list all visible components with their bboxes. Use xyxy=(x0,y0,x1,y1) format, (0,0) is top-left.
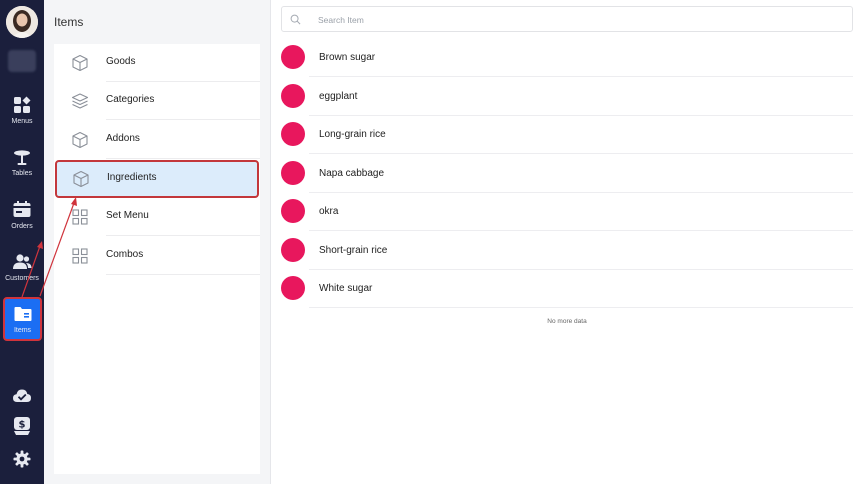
category-item-combos[interactable]: Combos xyxy=(54,237,260,275)
tables-icon xyxy=(14,150,30,165)
list-item[interactable]: Long-grain rice xyxy=(281,116,853,154)
item-thumbnail xyxy=(281,45,305,69)
category-list: Goods Categories Addons Ingredients Set … xyxy=(54,44,260,474)
grid-icon xyxy=(72,209,88,225)
item-name: Long-grain rice xyxy=(319,129,386,140)
search-placeholder: Search Item xyxy=(318,15,364,25)
item-name: Short-grain rice xyxy=(319,245,388,256)
list-item[interactable]: Brown sugar xyxy=(281,39,853,77)
cash-button[interactable]: $ xyxy=(0,413,44,439)
items-icon xyxy=(14,307,31,321)
cube-icon xyxy=(72,131,88,149)
item-thumbnail xyxy=(281,276,305,300)
cube-icon xyxy=(72,54,88,72)
cloud-check-icon xyxy=(13,389,31,402)
item-thumbnail xyxy=(281,161,305,185)
layers-icon xyxy=(71,93,89,109)
list-item[interactable]: eggplant xyxy=(281,78,853,116)
cash-icon: $ xyxy=(14,417,30,435)
divider xyxy=(106,235,260,236)
avatar[interactable] xyxy=(6,6,38,38)
item-name: eggplant xyxy=(319,91,358,102)
list-end-message: No more data xyxy=(547,318,587,325)
category-label: Categories xyxy=(106,94,155,105)
app-window: Menus Tables Orders Customers Items $ It… xyxy=(0,0,863,484)
divider xyxy=(106,119,260,120)
category-item-ingredients[interactable]: Ingredients xyxy=(55,160,259,198)
category-label: Set Menu xyxy=(106,210,149,221)
category-item-categories[interactable]: Categories xyxy=(54,82,260,120)
search-input[interactable]: Search Item xyxy=(281,6,853,32)
item-thumbnail xyxy=(281,84,305,108)
divider xyxy=(309,153,853,154)
item-name: Napa cabbage xyxy=(319,168,385,179)
category-item-goods[interactable]: Goods xyxy=(54,44,260,82)
sidebar-item-label: Tables xyxy=(11,170,33,177)
list-item[interactable]: Napa cabbage xyxy=(281,155,853,193)
sidebar-item-label: Items xyxy=(13,327,32,334)
sidebar-item-label: Menus xyxy=(11,118,33,125)
search-icon xyxy=(290,14,301,25)
divider xyxy=(309,307,853,308)
sidebar-item-label: Customers xyxy=(5,275,39,282)
sidebar-item-menus[interactable]: Menus xyxy=(0,88,44,132)
category-panel: Items Goods Categories Addons Ingredient… xyxy=(44,0,271,484)
sidebar-item-items[interactable]: Items xyxy=(3,297,42,341)
sidebar-item-customers[interactable]: Customers xyxy=(0,245,44,289)
category-label: Goods xyxy=(106,56,136,67)
divider xyxy=(309,76,853,77)
list-item[interactable]: okra xyxy=(281,193,853,231)
category-label: Addons xyxy=(106,133,140,144)
list-item[interactable]: Short-grain rice xyxy=(281,232,853,270)
category-item-addons[interactable]: Addons xyxy=(54,121,260,159)
divider xyxy=(309,230,853,231)
grid-icon xyxy=(72,248,88,264)
category-item-set-menu[interactable]: Set Menu xyxy=(54,198,260,236)
orders-icon xyxy=(13,201,31,217)
list-item[interactable]: White sugar xyxy=(281,270,853,308)
cube-icon xyxy=(73,170,89,188)
sidebar-item-orders[interactable]: Orders xyxy=(0,193,44,237)
item-name: Brown sugar xyxy=(319,52,376,63)
item-name: White sugar xyxy=(319,283,373,294)
category-label: Ingredients xyxy=(107,172,157,183)
menus-icon xyxy=(14,96,31,113)
customers-icon xyxy=(13,254,32,269)
item-name: okra xyxy=(319,206,339,217)
category-label: Combos xyxy=(106,249,144,260)
item-thumbnail xyxy=(281,238,305,262)
sidebar-item-label: Orders xyxy=(11,223,33,230)
panel-title: Items xyxy=(54,15,84,29)
item-thumbnail xyxy=(281,122,305,146)
settings-button[interactable] xyxy=(0,446,44,472)
left-navigation-rail: Menus Tables Orders Customers Items $ xyxy=(0,0,44,484)
item-thumbnail xyxy=(281,199,305,223)
divider xyxy=(106,274,260,275)
cloud-sync-button[interactable] xyxy=(0,383,44,409)
divider xyxy=(106,158,260,159)
gear-icon xyxy=(13,450,31,468)
svg-text:$: $ xyxy=(19,420,26,431)
sidebar-item-tables[interactable]: Tables xyxy=(0,140,44,184)
restaurant-name-chip[interactable] xyxy=(8,50,36,72)
